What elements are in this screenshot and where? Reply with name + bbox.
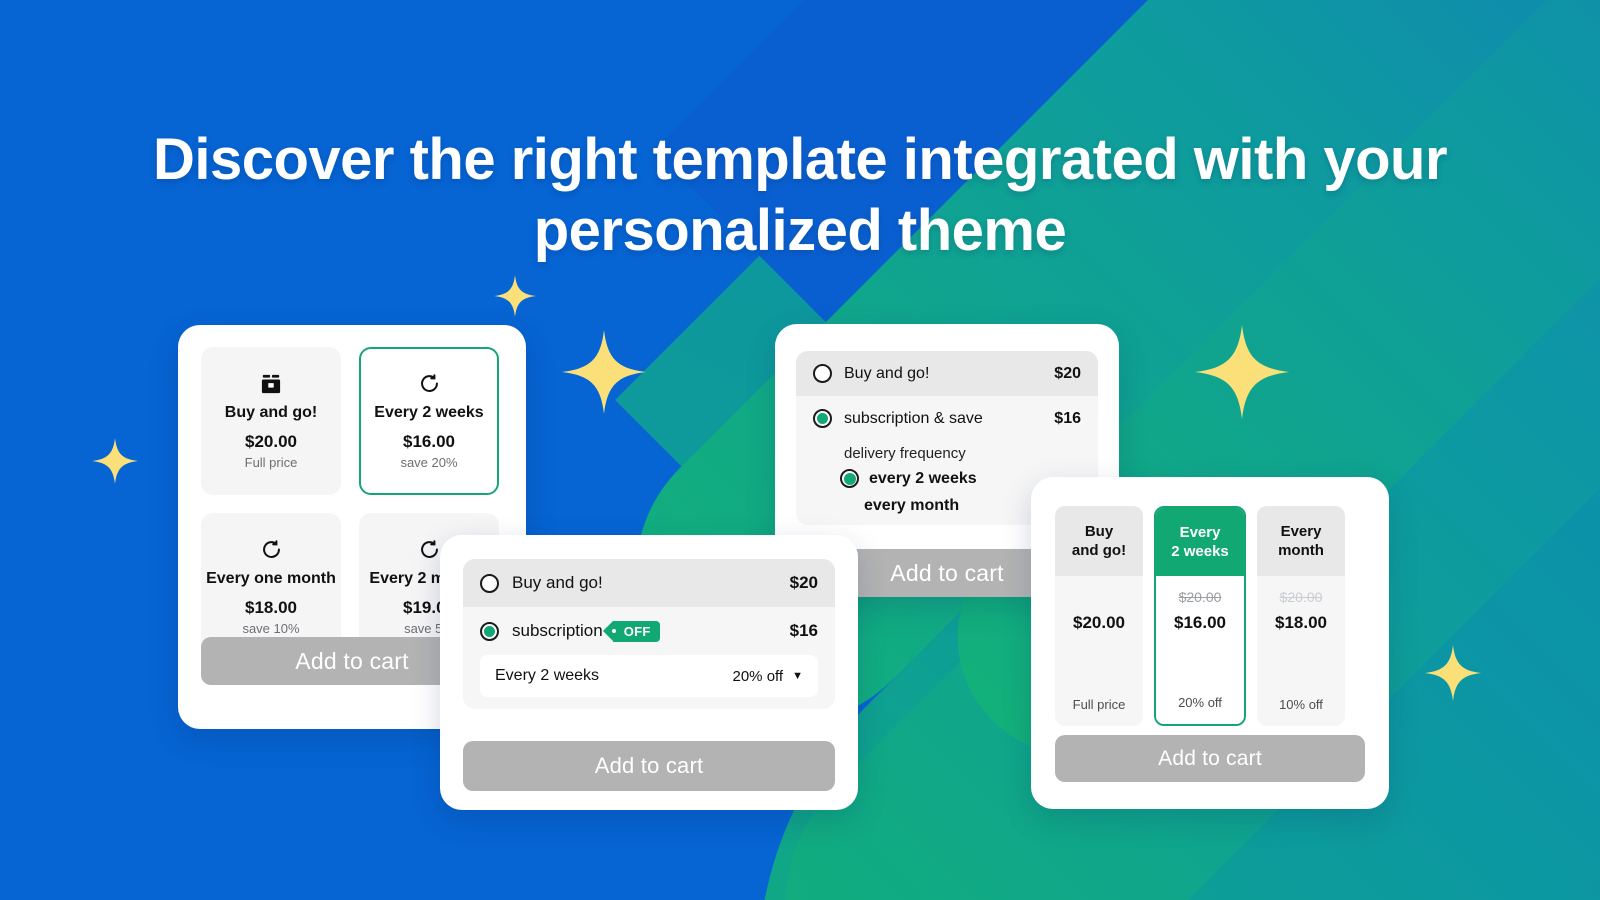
option-row-buy-and-go[interactable]: Buy and go! $20 [796,351,1098,396]
plan-column-old-price: $20.00 [1178,589,1222,605]
plan-column-body: $20.00 Full price [1055,576,1143,726]
plan-column-old-price: $20.00 [1279,589,1323,605]
delivery-frequency-label: delivery frequency [844,445,966,462]
radio-selected-icon[interactable] [840,469,859,488]
plan-column-title-line1: Every [1280,522,1322,540]
plan-column-price: $20.00 [1073,613,1125,632]
option-amount: $16 [1054,409,1081,427]
plan-column-title-line2: and go! [1071,542,1127,559]
plan-column-header: Buy and go! [1055,506,1143,576]
sparkle-5-icon [1425,645,1481,701]
plan-column-note: Full price [1072,697,1126,712]
plan-column-every-month[interactable]: Every month $20.00 $18.00 10% off [1257,506,1345,726]
sparkle-3-icon [562,330,646,414]
plan-column-title-line2: month [1278,542,1324,559]
radio-unselected-icon[interactable] [813,364,832,383]
plan-tile-note: save 20% [400,455,458,471]
sparkle-2-icon [494,275,536,317]
basket-icon [260,372,282,396]
option-amount: $16 [789,621,818,640]
add-to-cart-wrapper: Add to cart [463,741,835,791]
plan-column-price: $18.00 [1275,613,1327,632]
chevron-down-icon[interactable]: ▼ [792,670,803,682]
plan-column-body: $20.00 $18.00 10% off [1257,576,1345,726]
discount-badge: OFF [602,620,660,642]
plan-tile-title: Every 2 weeks [374,403,484,421]
plan-column-title-line2: 2 weeks [1171,543,1229,560]
option-label: subscription & save [844,409,983,427]
radio-selected-icon[interactable] [813,409,832,428]
widget-card-columns: Buy and go! $20.00 Full price Every 2 we… [1031,477,1389,809]
frequency-option-label: every 2 weeks [869,469,977,487]
plan-tile-every-2-weeks[interactable]: Every 2 weeks $16.00 save 20% [359,347,499,495]
frequency-select[interactable]: Every 2 weeks 20% off ▼ [480,655,818,697]
sparkle-1-icon [92,438,138,484]
option-row-subscription[interactable]: subscription OFF $16 [463,607,835,655]
plan-tile-note: save 10% [242,621,300,637]
plan-tile-price: $20.00 [245,432,297,452]
recurring-icon [419,538,440,562]
plan-column-buy-and-go[interactable]: Buy and go! $20.00 Full price [1055,506,1143,726]
radio-selected-icon[interactable] [480,621,499,641]
sparkle-4-icon [1195,325,1289,419]
plan-column-title-line1: Every [1179,523,1221,541]
add-to-cart-button[interactable]: Add to cart [463,741,835,791]
plan-column-group: Buy and go! $20.00 Full price Every 2 we… [1055,506,1345,726]
option-label: Buy and go! [512,573,603,592]
frequency-select-discount: 20% off [732,667,784,685]
recurring-icon [261,538,282,562]
plan-tile-buy-and-go[interactable]: Buy and go! $20.00 Full price [201,347,341,495]
option-row-buy-and-go[interactable]: Buy and go! $20 [463,559,835,607]
option-row-subscription-and-save[interactable]: subscription & save $16 [796,396,1098,441]
option-label: subscription [512,621,603,640]
plan-column-header: Every month [1257,506,1345,576]
add-to-cart-wrapper: Add to cart [1055,735,1365,782]
plan-column-note: 20% off [1178,695,1222,710]
plan-tile-title: Buy and go! [224,403,318,421]
plan-column-title-line1: Buy [1084,522,1114,540]
option-amount: $20 [1054,364,1081,382]
plan-tile-note: Full price [244,455,298,471]
frequency-select-value: Every 2 weeks [495,667,600,684]
compact-panel: Buy and go! $20 subscription OFF $16 Eve… [463,559,835,709]
plan-tile-title: Every one month [206,569,336,587]
option-amount: $20 [789,573,818,592]
widget-card-compact: Buy and go! $20 subscription OFF $16 Eve… [440,535,858,810]
plan-tile-price: $16.00 [403,432,455,452]
page-headline: Discover the right template integrated w… [152,126,1448,263]
plan-column-body: $20.00 $16.00 20% off [1156,576,1244,724]
plan-column-note: 10% off [1279,697,1323,712]
recurring-icon [419,372,440,396]
add-to-cart-button[interactable]: Add to cart [1055,735,1365,782]
radio-unselected-icon[interactable] [480,573,499,593]
option-label: Buy and go! [844,364,930,382]
plan-column-header: Every 2 weeks [1156,508,1244,576]
plan-column-price: $16.00 [1174,613,1226,632]
plan-column-every-2-weeks[interactable]: Every 2 weeks $20.00 $16.00 20% off [1154,506,1246,726]
plan-tile-price: $18.00 [245,598,297,618]
